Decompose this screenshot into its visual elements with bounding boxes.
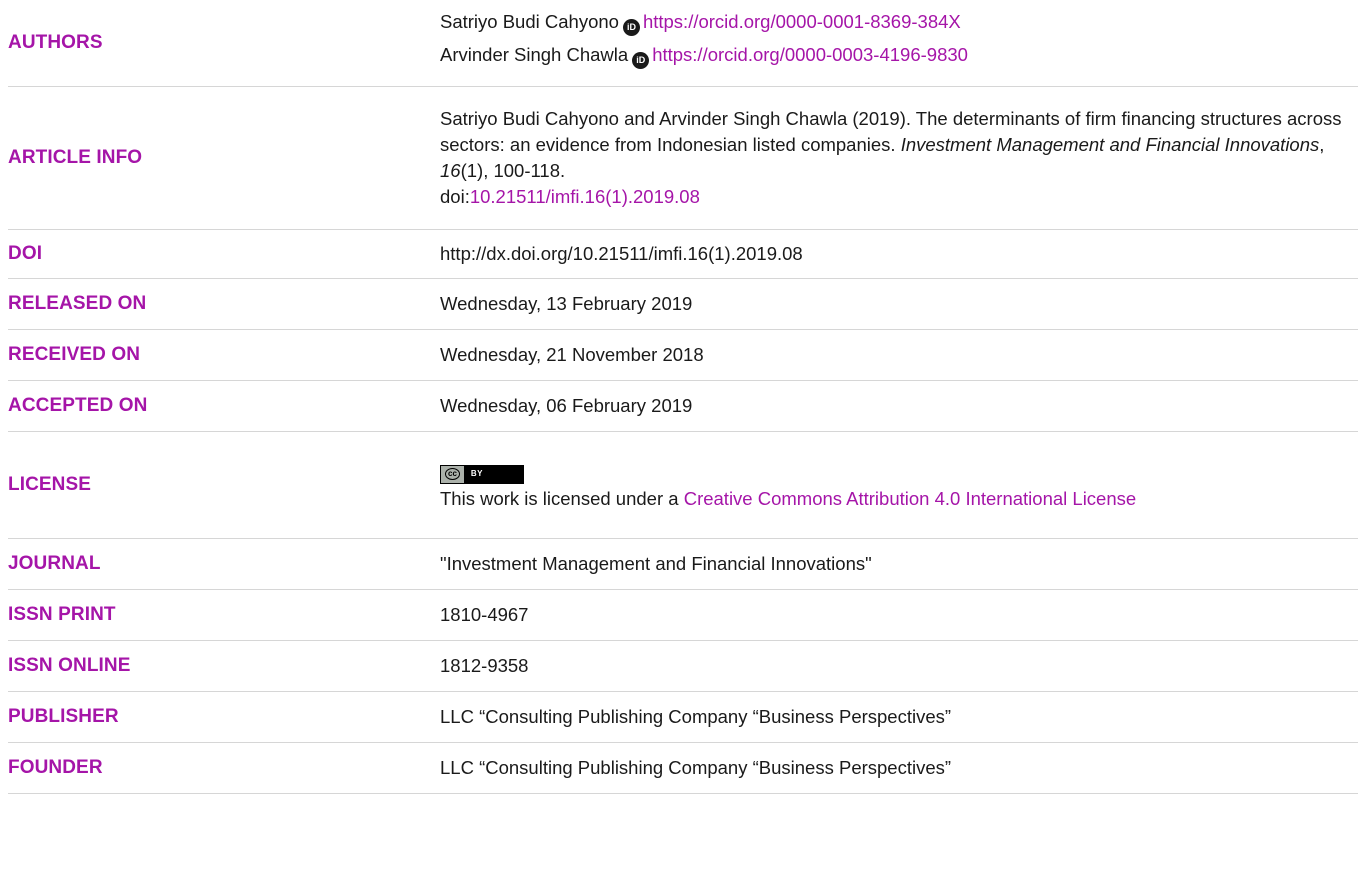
license-text: This work is licensed under a Creative C… — [440, 486, 1358, 512]
accepted-on-label: ACCEPTED ON — [8, 394, 148, 416]
citation-journal: Investment Management and Financial Inno… — [900, 133, 1320, 155]
by-icon: BY — [464, 465, 524, 483]
received-on-value: Wednesday, 21 November 2018 — [440, 343, 704, 365]
citation-volume: 16 — [440, 159, 461, 181]
founder-value: LLC “Consulting Publishing Company “Busi… — [440, 756, 952, 778]
publisher-label: PUBLISHER — [8, 705, 119, 727]
cc-icon: cc — [441, 465, 465, 483]
citation-comma: , — [1319, 133, 1325, 155]
journal-value: "Investment Management and Financial Inn… — [440, 552, 872, 574]
authors-value: Satriyo Budi Cahyono iD https://orcid.org/… — [440, 0, 1358, 86]
license-label: LICENSE — [8, 473, 92, 495]
founder-label: FOUNDER — [8, 756, 103, 778]
license-link[interactable]: Creative Commons Attribution 4.0 Interna… — [684, 488, 1136, 509]
author-name: Arvinder Singh Chawla — [440, 43, 629, 65]
citation-doi-prefix: doi: — [440, 185, 470, 207]
released-on-value: Wednesday, 13 February 2019 — [440, 292, 693, 314]
orcid-link[interactable]: https://orcid.org/0000-0003-4196-9830 — [652, 44, 968, 65]
issn-print-label: ISSN PRINT — [8, 603, 116, 625]
cc-by-badge-icon[interactable]: cc BY — [440, 464, 525, 484]
orcid-icon: iD — [622, 18, 640, 36]
released-on-label: RELEASED ON — [8, 292, 147, 314]
publisher-value: LLC “Consulting Publishing Company “Busi… — [440, 705, 952, 727]
citation-doi-link[interactable]: 10.21511/imfi.16(1).2019.08 — [470, 186, 700, 207]
license-value: cc BY This work is licensed under a Crea… — [440, 431, 1358, 538]
row-article-info: ARTICLE INFO Satriyo Budi Cahyono and Ar… — [8, 86, 1358, 229]
row-authors: AUTHORS Satriyo Budi Cahyono iD https://or… — [8, 0, 1358, 86]
article-info-value: Satriyo Budi Cahyono and Arvinder Singh … — [440, 86, 1358, 229]
license-prefix: This work is licensed under a — [440, 487, 684, 509]
article-info-label: ARTICLE INFO — [8, 146, 143, 168]
row-released-on: RELEASED ON Wednesday, 13 February 2019 — [8, 278, 1358, 329]
row-issn-print: ISSN PRINT 1810-4967 — [8, 589, 1358, 640]
orcid-link[interactable]: https://orcid.org/0000-0001-8369-384X — [643, 11, 961, 32]
citation-text: Satriyo Budi Cahyono and Arvinder Singh … — [440, 106, 1358, 210]
author-name: Satriyo Budi Cahyono — [440, 10, 619, 32]
row-issn-online: ISSN ONLINE 1812-9358 — [8, 640, 1358, 691]
author-line-1: Satriyo Budi Cahyono iD https://orcid.org/… — [440, 9, 1358, 36]
issn-print-value: 1810-4967 — [440, 603, 529, 625]
row-founder: FOUNDER LLC “Consulting Publishing Compa… — [8, 742, 1358, 793]
row-accepted-on: ACCEPTED ON Wednesday, 06 February 2019 — [8, 380, 1358, 431]
authors-label: AUTHORS — [8, 31, 103, 53]
doi-value: http://dx.doi.org/10.21511/imfi.16(1).20… — [440, 242, 803, 264]
received-on-label: RECEIVED ON — [8, 343, 141, 365]
accepted-on-value: Wednesday, 06 February 2019 — [440, 394, 693, 416]
doi-label: DOI — [8, 242, 43, 264]
issn-online-value: 1812-9358 — [440, 654, 529, 676]
author-line-2: Arvinder Singh Chawla iD https://orcid.org… — [440, 42, 1358, 69]
row-doi: DOI http://dx.doi.org/10.21511/imfi.16(1… — [8, 229, 1358, 278]
row-journal: JOURNAL "Investment Management and Finan… — [8, 538, 1358, 589]
journal-label: JOURNAL — [8, 552, 101, 574]
citation-issue-pages: (1), 100-118. — [460, 159, 566, 181]
cc-mark: cc — [445, 468, 460, 481]
row-publisher: PUBLISHER LLC “Consulting Publishing Com… — [8, 691, 1358, 742]
row-received-on: RECEIVED ON Wednesday, 21 November 2018 — [8, 329, 1358, 380]
metadata-table: AUTHORS Satriyo Budi Cahyono iD https://or… — [8, 0, 1358, 794]
orcid-icon: iD — [632, 51, 650, 69]
issn-online-label: ISSN ONLINE — [8, 654, 131, 676]
article-metadata-page: AUTHORS Satriyo Budi Cahyono iD https://or… — [0, 0, 1360, 877]
row-license: LICENSE cc BY This work is licensed unde… — [8, 431, 1358, 538]
